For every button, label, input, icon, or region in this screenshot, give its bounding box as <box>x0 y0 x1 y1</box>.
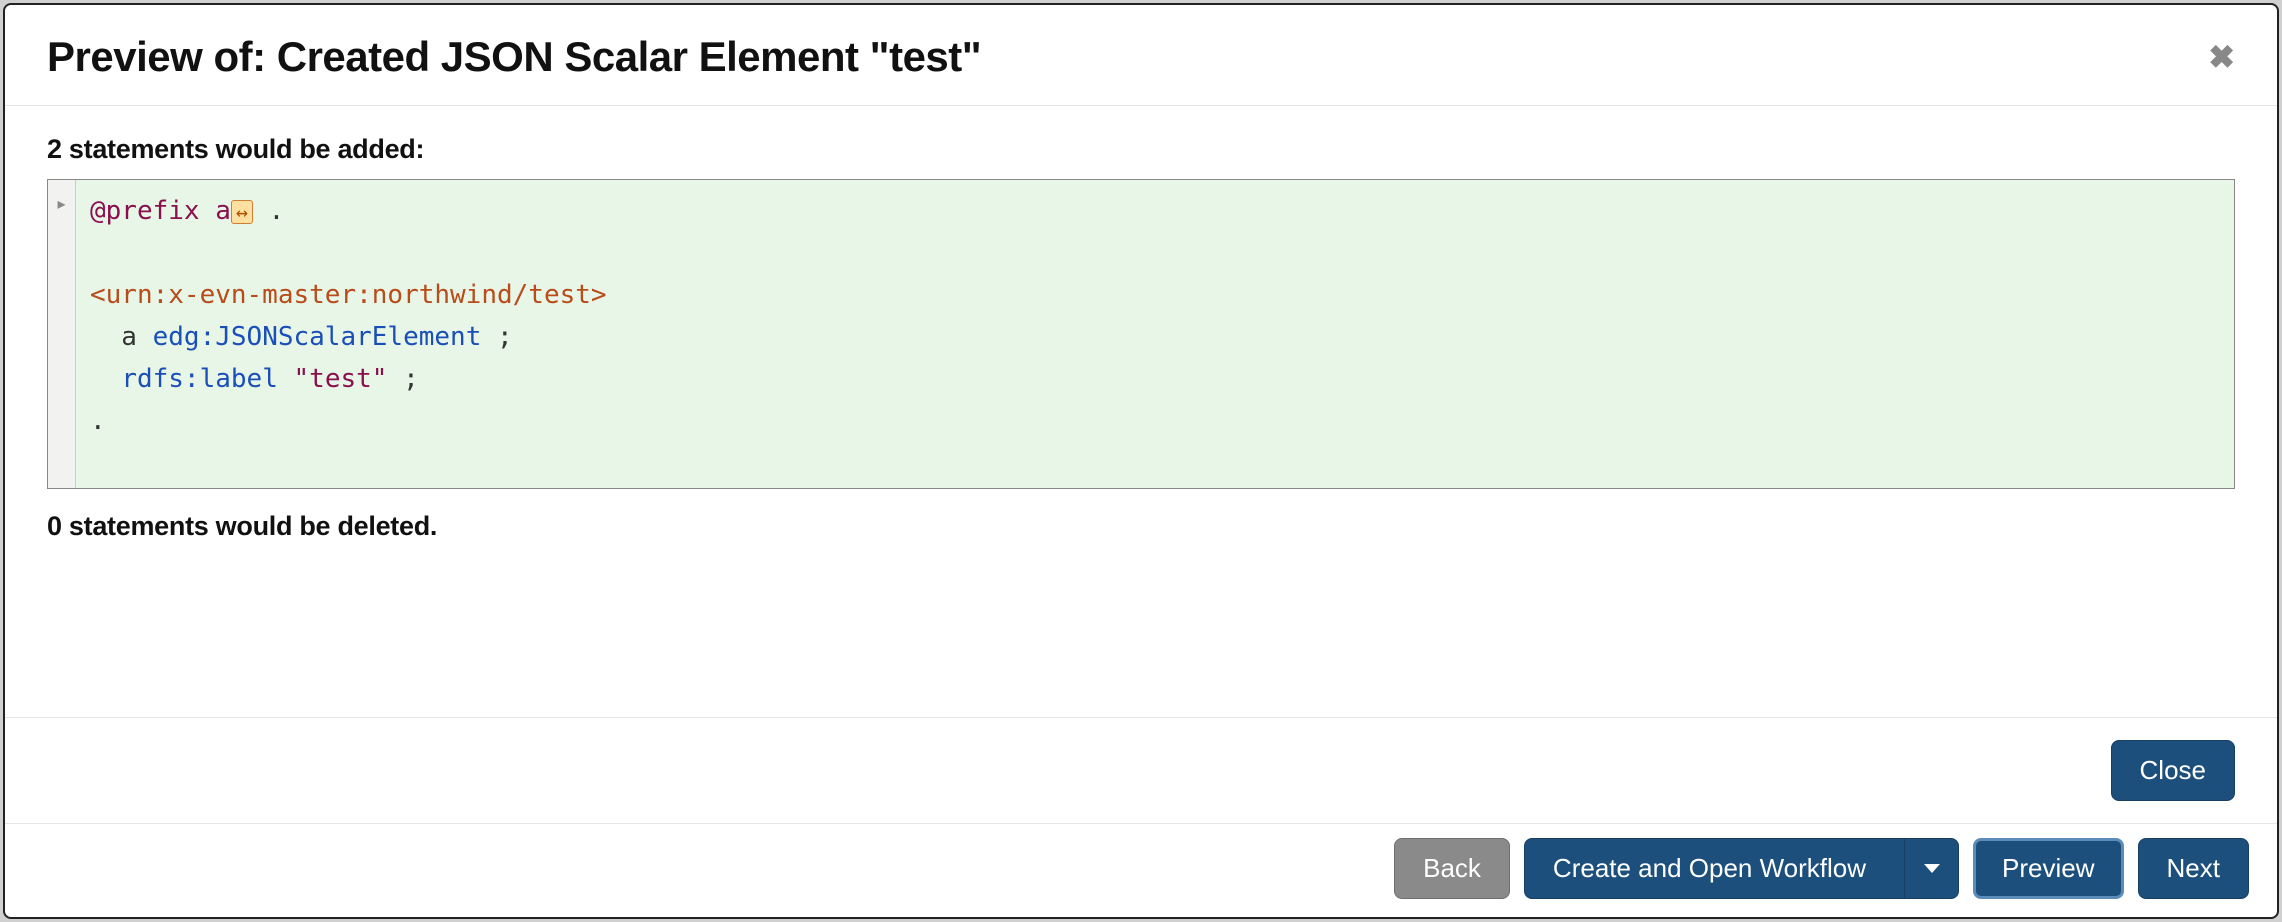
modal-footer: Back Create and Open Workflow Preview Ne… <box>5 823 2277 917</box>
code-gutter: ▸ <box>48 180 76 488</box>
close-icon[interactable]: ✖ <box>2208 41 2235 73</box>
close-button[interactable]: Close <box>2111 740 2235 801</box>
code-token-keyword: @prefix <box>90 196 200 226</box>
fold-arrow-icon[interactable]: ▸ <box>48 190 75 220</box>
added-statements-label: 2 statements would be added: <box>47 134 2235 165</box>
create-workflow-label[interactable]: Create and Open Workflow <box>1525 839 1894 898</box>
code-token-name: a <box>200 196 231 226</box>
dropdown-toggle[interactable] <box>1904 839 1958 898</box>
code-token-punc: ; <box>387 364 418 394</box>
modal-subfooter: Close <box>5 717 2277 823</box>
preview-button[interactable]: Preview <box>1973 838 2123 899</box>
modal-body: 2 statements would be added: ▸ @prefix a… <box>5 106 2277 717</box>
code-token-string: "test" <box>294 364 388 394</box>
deleted-statements-label: 0 statements would be deleted. <box>47 511 2235 542</box>
code-token-indent <box>90 364 121 394</box>
code-token-punc: . <box>90 406 106 436</box>
preview-modal: Preview of: Created JSON Scalar Element … <box>3 3 2279 919</box>
code-token-punc: . <box>253 196 284 226</box>
code-token-indent: a <box>90 322 153 352</box>
create-workflow-split-button[interactable]: Create and Open Workflow <box>1524 838 1959 899</box>
back-button[interactable]: Back <box>1394 838 1510 899</box>
fold-marker-icon[interactable]: ↔ <box>231 200 253 224</box>
chevron-down-icon <box>1924 864 1940 873</box>
code-content[interactable]: @prefix a↔ . <urn:x-evn-master:northwind… <box>76 180 621 488</box>
code-block-added: ▸ @prefix a↔ . <urn:x-evn-master:northwi… <box>47 179 2235 489</box>
code-token-punc: ; <box>481 322 512 352</box>
code-token-uri: <urn:x-evn-master:northwind/test> <box>90 280 607 310</box>
code-token-space <box>278 364 294 394</box>
next-button[interactable]: Next <box>2138 838 2249 899</box>
code-token-property: rdfs:label <box>121 364 278 394</box>
modal-title: Preview of: Created JSON Scalar Element … <box>47 33 981 81</box>
code-token-class: edg:JSONScalarElement <box>153 322 482 352</box>
modal-header: Preview of: Created JSON Scalar Element … <box>5 5 2277 106</box>
